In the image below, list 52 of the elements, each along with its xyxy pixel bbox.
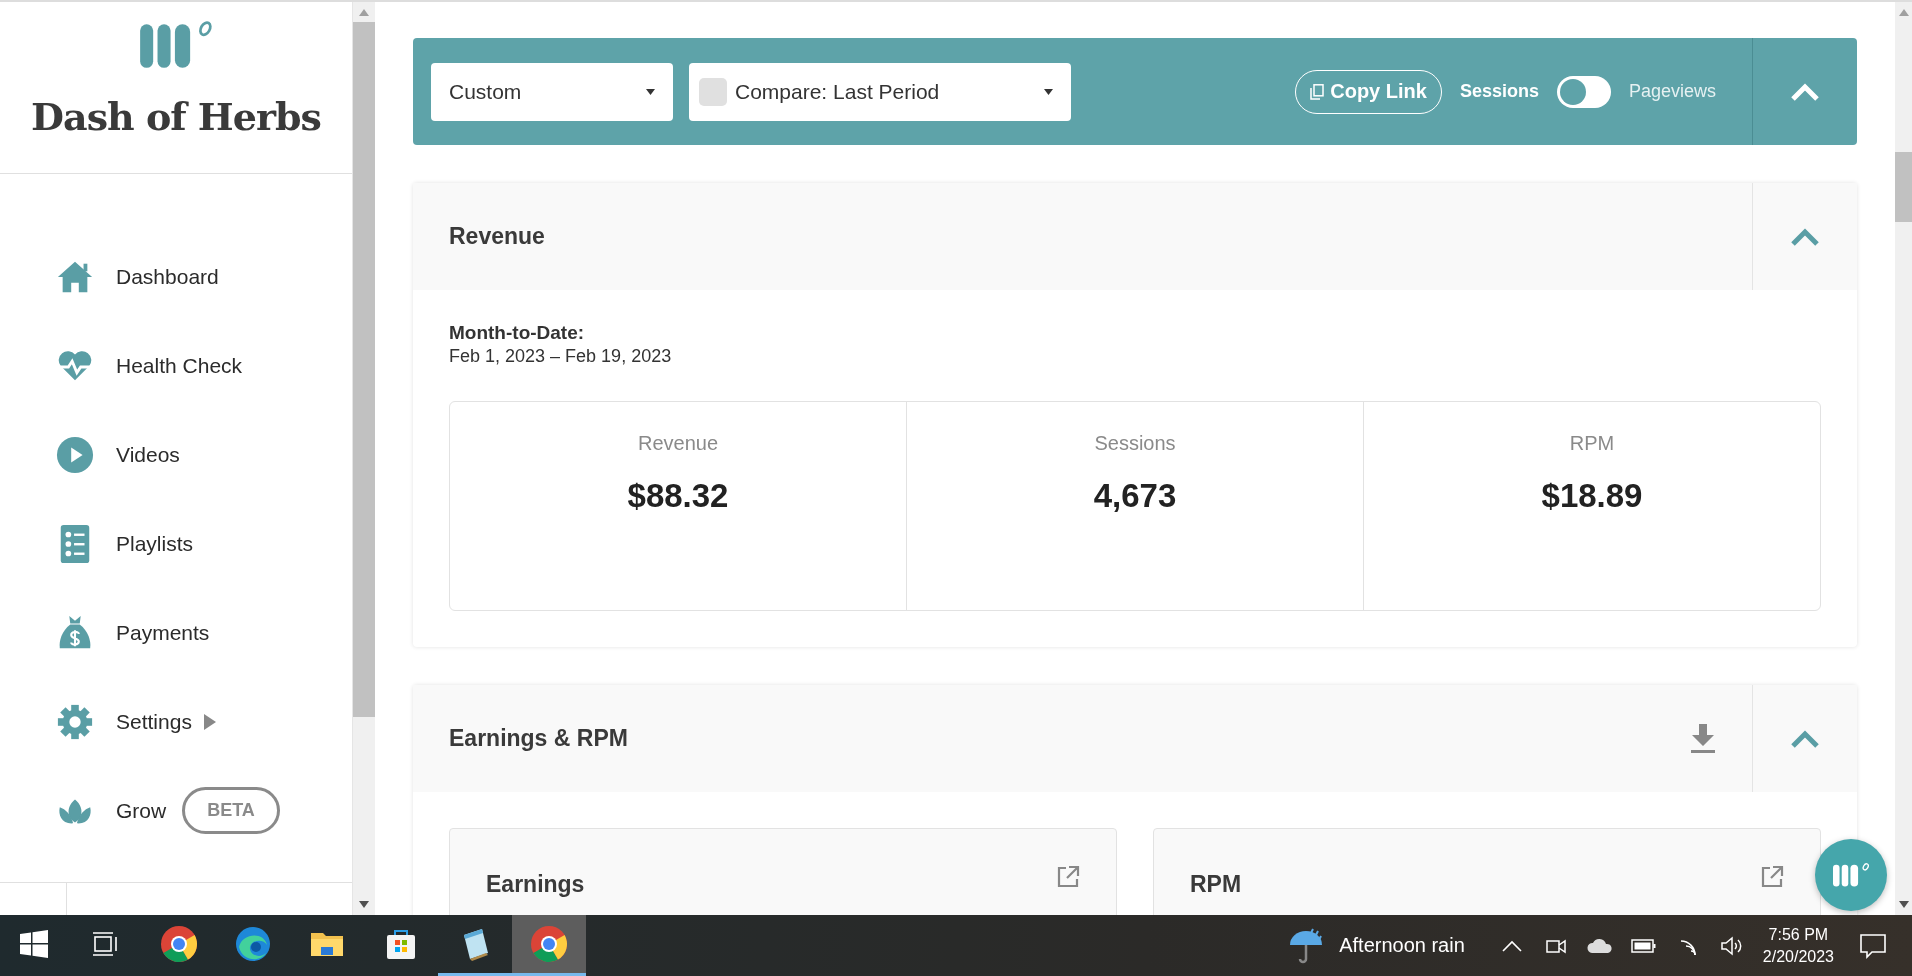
caret-icon bbox=[1044, 88, 1053, 95]
compare-dropdown[interactable]: Compare: Last Period bbox=[689, 62, 1071, 121]
period-dropdown[interactable]: Custom bbox=[431, 62, 673, 121]
task-view-icon bbox=[91, 930, 119, 958]
stat-label: RPM bbox=[1569, 432, 1615, 455]
settings-icon bbox=[56, 702, 94, 741]
browser-icon bbox=[530, 925, 568, 963]
stat-value: $18.89 bbox=[1541, 477, 1643, 515]
date-range: Feb 1, 2023 – Feb 19, 2023 bbox=[449, 346, 673, 367]
external-link-icon[interactable] bbox=[1760, 865, 1784, 889]
scroll-down-icon[interactable] bbox=[1898, 901, 1909, 909]
site-name: Dash of Herbs bbox=[31, 94, 321, 139]
compare-checkbox[interactable] bbox=[699, 77, 727, 106]
metric-switch[interactable] bbox=[1556, 75, 1611, 108]
notification-icon[interactable] bbox=[1858, 931, 1888, 960]
nav-item[interactable]: Settings bbox=[0, 677, 352, 766]
scrollbar[interactable] bbox=[353, 2, 375, 915]
windows-icon bbox=[20, 930, 48, 958]
nav-item[interactable]: Dashboard bbox=[0, 232, 352, 321]
logo-icon bbox=[140, 20, 212, 70]
panel-title: Revenue bbox=[449, 223, 545, 250]
panel-title: Earnings & RPM bbox=[449, 725, 628, 752]
collapse-icon[interactable] bbox=[1790, 227, 1820, 246]
nav-item[interactable]: Grow BETA bbox=[0, 766, 352, 855]
nav-item[interactable]: Playlists bbox=[0, 499, 352, 588]
beta-badge: BETA bbox=[182, 787, 280, 834]
browser-icon bbox=[160, 925, 198, 963]
stat-value: 4,673 bbox=[1093, 477, 1177, 515]
logo-icon bbox=[1833, 862, 1869, 888]
scrollbar-thumb[interactable] bbox=[353, 22, 375, 717]
weather-text[interactable]: Afternoon rain bbox=[1339, 934, 1465, 957]
nav-item[interactable]: Videos bbox=[0, 410, 352, 499]
scrollbar-thumb[interactable] bbox=[1895, 152, 1912, 222]
chart-title: RPM bbox=[1190, 871, 1242, 898]
browser-icon bbox=[234, 925, 272, 963]
external-link-icon[interactable] bbox=[1056, 865, 1080, 889]
download-icon[interactable] bbox=[1690, 723, 1716, 754]
stat-label: Sessions bbox=[1094, 432, 1176, 455]
stat-label: Revenue bbox=[637, 432, 719, 455]
chart-title: Earnings bbox=[486, 871, 585, 898]
copy-icon bbox=[1310, 83, 1325, 100]
help-button[interactable] bbox=[1815, 839, 1887, 911]
stat-value: $88.32 bbox=[627, 477, 729, 515]
play-icon bbox=[56, 435, 94, 474]
collapse-icon[interactable] bbox=[1790, 729, 1820, 748]
nav-item[interactable]: Payments bbox=[0, 588, 352, 677]
nav-item[interactable]: Health Check bbox=[0, 321, 352, 410]
caret-icon bbox=[646, 88, 655, 95]
scrollbar[interactable] bbox=[1895, 2, 1912, 915]
clock[interactable]: 7:56 PM 2/20/2023 bbox=[1762, 923, 1834, 968]
scroll-down-icon[interactable] bbox=[359, 901, 369, 909]
period-label: Month-to-Date: bbox=[449, 322, 586, 344]
